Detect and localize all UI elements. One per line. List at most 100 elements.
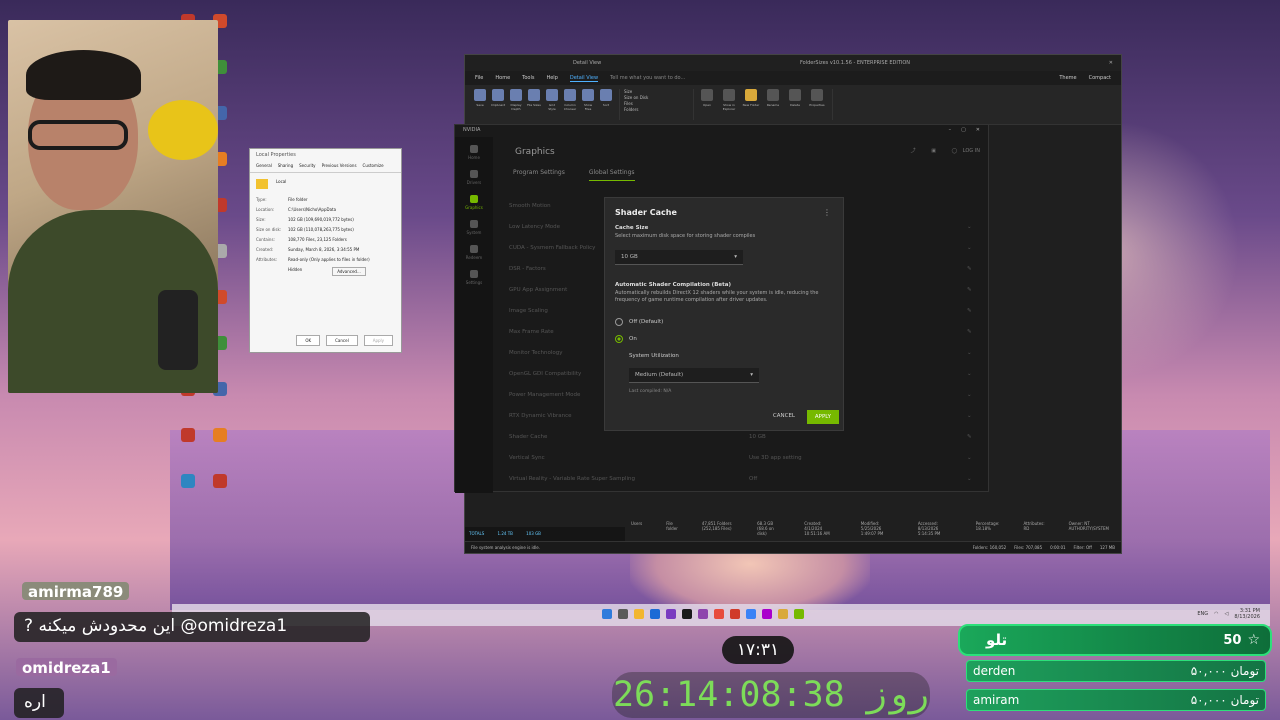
more-options-icon[interactable]: ⋮ bbox=[823, 208, 831, 217]
ribbon-button[interactable]: Show Files bbox=[581, 89, 595, 120]
edit-icon[interactable]: ✎ bbox=[967, 266, 979, 272]
menu-tools[interactable]: Tools bbox=[522, 75, 534, 81]
apply-button[interactable]: Apply bbox=[363, 335, 393, 346]
close-icon[interactable]: ✕ bbox=[1109, 60, 1113, 66]
edit-icon[interactable]: ⌄ bbox=[967, 476, 979, 482]
tab-program-settings[interactable]: Program Settings bbox=[513, 169, 565, 181]
setting-row[interactable]: Virtual Reality - Variable Rate Super Sa… bbox=[509, 468, 979, 489]
utilization-dropdown[interactable]: Medium (Default) ▾ bbox=[629, 368, 759, 383]
edit-icon[interactable]: ⌄ bbox=[967, 350, 979, 356]
clock[interactable]: 3:31 PM 8/13/2026 bbox=[1234, 608, 1260, 620]
ribbon-action[interactable]: Show in Explorer bbox=[720, 89, 738, 120]
property-value: C:\Users\Nicho\AppData bbox=[288, 207, 337, 212]
edit-icon[interactable]: ⌄ bbox=[967, 413, 979, 419]
folder-name-field[interactable]: Local bbox=[276, 179, 286, 189]
sidebar-item-home[interactable]: Home bbox=[455, 145, 493, 160]
properties-dialog: Local Properties General Sharing Securit… bbox=[249, 148, 402, 353]
desktop-icon[interactable] bbox=[172, 424, 204, 464]
menu-file[interactable]: File bbox=[475, 75, 483, 81]
apply-button[interactable]: APPLY bbox=[806, 410, 839, 424]
tab-previous-versions[interactable]: Previous Versions bbox=[322, 163, 357, 168]
taskbar-app-icon[interactable] bbox=[794, 609, 804, 619]
ribbon-action[interactable]: Properties bbox=[808, 89, 826, 120]
sidebar-item-graphics[interactable]: Graphics bbox=[455, 195, 493, 210]
edit-icon[interactable]: ⌄ bbox=[967, 392, 979, 398]
wifi-icon[interactable]: ◠ bbox=[1214, 611, 1218, 617]
tab-general[interactable]: General bbox=[256, 163, 272, 168]
theme-button[interactable]: Theme bbox=[1059, 75, 1076, 81]
ribbon-button[interactable]: Sort bbox=[599, 89, 613, 120]
ribbon-checkbox[interactable]: Folders bbox=[624, 107, 687, 112]
taskbar-app-icon[interactable] bbox=[714, 609, 724, 619]
taskbar-app-icon[interactable] bbox=[730, 609, 740, 619]
edit-icon[interactable]: ⌄ bbox=[967, 371, 979, 377]
taskbar-app-icon[interactable] bbox=[746, 609, 756, 619]
sidebar-item-drivers[interactable]: Drivers bbox=[455, 170, 493, 185]
ribbon-action[interactable]: Open bbox=[698, 89, 716, 120]
ribbon-action[interactable]: New Folder bbox=[742, 89, 760, 120]
taskbar-app-icon[interactable] bbox=[650, 609, 660, 619]
edit-icon[interactable]: ⌄ bbox=[967, 224, 979, 230]
minimize-icon[interactable]: – bbox=[949, 127, 952, 135]
ribbon-checkbox[interactable]: Size on Disk bbox=[624, 95, 687, 100]
login-button[interactable]: ⤴ ▣ ◯ LOG IN bbox=[911, 147, 980, 154]
ribbon-context-tab[interactable]: Detail View bbox=[573, 60, 601, 66]
edit-icon[interactable]: ✎ bbox=[967, 308, 979, 314]
edit-icon[interactable]: ✎ bbox=[967, 434, 979, 440]
desktop-icon[interactable] bbox=[204, 424, 236, 464]
advanced-button[interactable]: Advanced... bbox=[332, 267, 366, 276]
tab-sharing[interactable]: Sharing bbox=[278, 163, 293, 168]
radio-off[interactable]: Off (Default) bbox=[615, 318, 663, 326]
desktop-icon[interactable] bbox=[204, 470, 236, 510]
radio-on[interactable]: On bbox=[615, 335, 637, 343]
share-icon[interactable]: ⤴ bbox=[911, 148, 916, 154]
taskbar-app-icon[interactable] bbox=[602, 609, 612, 619]
ribbon-button[interactable]: Save bbox=[473, 89, 487, 120]
setting-row[interactable]: Vertical Sync Use 3D app setting ⌄ bbox=[509, 447, 979, 468]
ribbon-action[interactable]: Rename bbox=[764, 89, 782, 120]
property-value[interactable]: Read-only (Only applies to files in fold… bbox=[288, 257, 370, 262]
taskbar-app-icon[interactable] bbox=[762, 609, 772, 619]
ribbon-button[interactable]: Display Depth bbox=[509, 89, 523, 120]
cancel-button[interactable]: CANCEL bbox=[769, 410, 799, 422]
notification-icon[interactable]: ▣ bbox=[931, 148, 936, 154]
edit-icon[interactable]: ⌄ bbox=[967, 245, 979, 251]
setting-value: Use 3D app setting bbox=[749, 454, 802, 461]
sidebar-item-redeem[interactable]: Redeem bbox=[455, 245, 493, 260]
desktop-icon[interactable] bbox=[172, 470, 204, 510]
taskbar-app-icon[interactable] bbox=[778, 609, 788, 619]
menu-home[interactable]: Home bbox=[495, 75, 510, 81]
menu-help[interactable]: Help bbox=[546, 75, 557, 81]
ribbon-checkbox[interactable]: Files bbox=[624, 101, 687, 106]
cancel-button[interactable]: Cancel bbox=[326, 335, 358, 346]
taskbar-app-icon[interactable] bbox=[698, 609, 708, 619]
volume-icon[interactable]: ◁ bbox=[1225, 611, 1229, 617]
ribbon-button[interactable]: File Sizes bbox=[527, 89, 541, 120]
compact-button[interactable]: Compact bbox=[1089, 75, 1111, 81]
ribbon-button[interactable]: Column Chooser bbox=[563, 89, 577, 120]
close-icon[interactable]: ✕ bbox=[976, 127, 980, 135]
maximize-icon[interactable]: ▢ bbox=[961, 127, 966, 135]
ribbon-action[interactable]: Delete bbox=[786, 89, 804, 120]
taskbar-app-icon[interactable] bbox=[634, 609, 644, 619]
ribbon-checkbox[interactable]: Size bbox=[624, 89, 687, 94]
ok-button[interactable]: OK bbox=[296, 335, 321, 346]
hidden-checkbox[interactable]: Hidden bbox=[288, 267, 302, 276]
sidebar-item-settings[interactable]: Settings bbox=[455, 270, 493, 285]
edit-icon[interactable]: ✎ bbox=[967, 329, 979, 335]
edit-icon[interactable]: ⌄ bbox=[967, 455, 979, 461]
language-indicator[interactable]: ENG bbox=[1197, 611, 1208, 617]
sidebar-item-system[interactable]: System bbox=[455, 220, 493, 235]
taskbar-app-icon[interactable] bbox=[618, 609, 628, 619]
menu-detail-view[interactable]: Detail View bbox=[569, 75, 599, 82]
tab-security[interactable]: Security bbox=[299, 163, 315, 168]
edit-icon[interactable]: ✎ bbox=[967, 287, 979, 293]
tab-customize[interactable]: Customize bbox=[363, 163, 384, 168]
taskbar-app-icon[interactable] bbox=[666, 609, 676, 619]
ribbon-button[interactable]: Clipboard bbox=[491, 89, 505, 120]
taskbar-app-icon[interactable] bbox=[682, 609, 692, 619]
search-box[interactable]: Tell me what you want to do... bbox=[610, 75, 685, 81]
ribbon-button[interactable]: Grid Style bbox=[545, 89, 559, 120]
cache-size-dropdown[interactable]: 10 GB ▾ bbox=[615, 250, 743, 265]
tab-global-settings[interactable]: Global Settings bbox=[588, 169, 635, 181]
